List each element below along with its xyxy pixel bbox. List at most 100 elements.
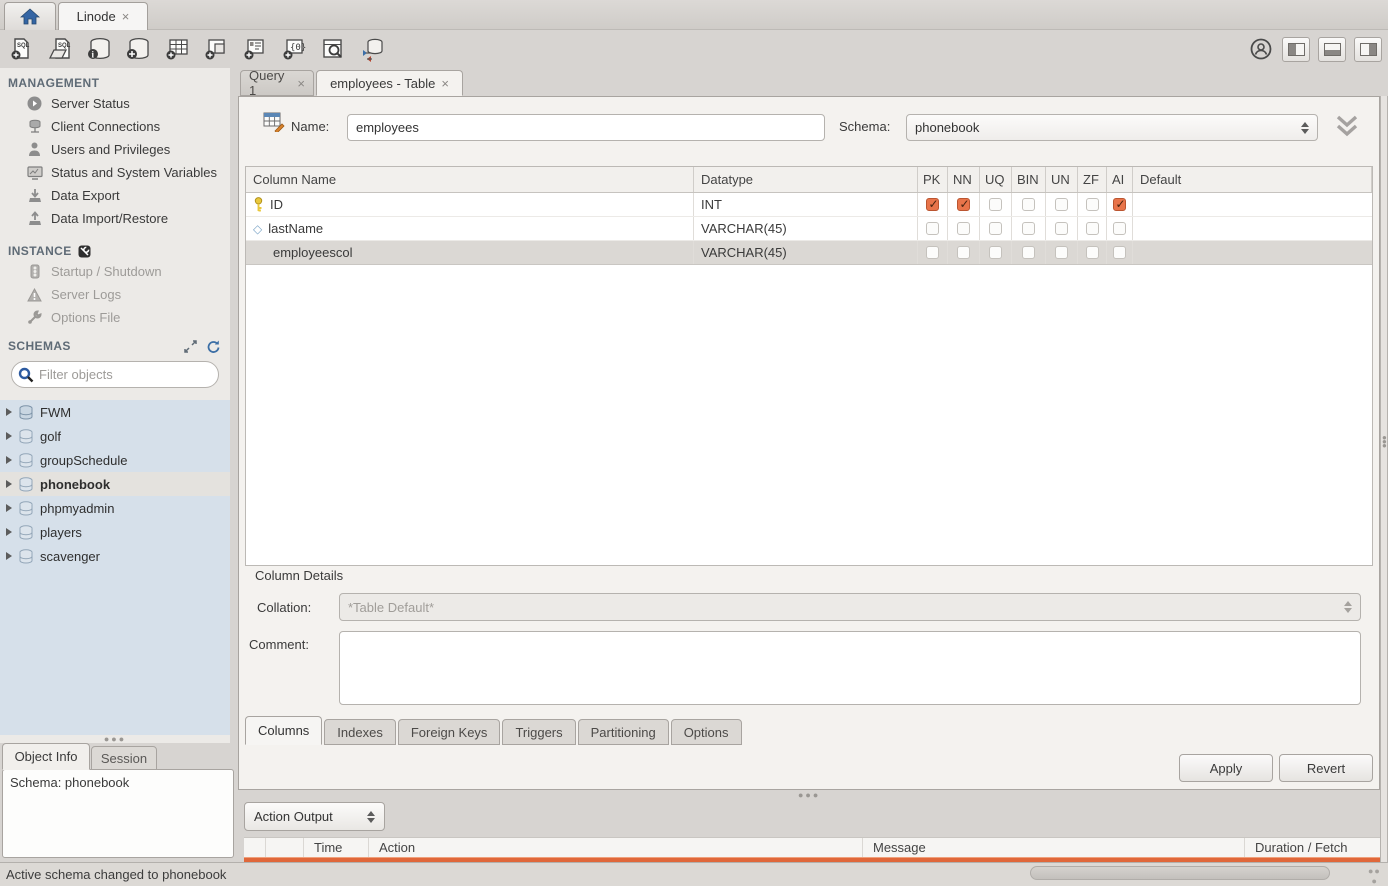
schema-item-groupschedule[interactable]: groupSchedule	[0, 448, 230, 472]
expand-header-chevrons-icon[interactable]	[1333, 113, 1361, 139]
sidebar-item-status-variables[interactable]: Status and System Variables	[0, 161, 230, 184]
tab-partitioning[interactable]: Partitioning	[578, 719, 669, 745]
checkbox-ai[interactable]	[1113, 246, 1126, 259]
connection-tab[interactable]: Linode ×	[58, 2, 148, 30]
schema-item-golf[interactable]: golf	[0, 424, 230, 448]
checkbox-un[interactable]	[1055, 246, 1068, 259]
inspect-database-icon[interactable]: i	[86, 36, 112, 62]
checkbox-uq[interactable]	[989, 222, 1002, 235]
tab-indexes[interactable]: Indexes	[324, 719, 396, 745]
expander-icon[interactable]	[6, 432, 12, 440]
new-sql-tab-icon[interactable]: SQL	[8, 36, 34, 62]
schema-item-fwm[interactable]: FWM	[0, 400, 230, 424]
checkbox-bin[interactable]	[1022, 246, 1035, 259]
output-header-action[interactable]: Action	[369, 838, 863, 857]
table-tab-close-icon[interactable]: ×	[441, 76, 449, 91]
create-table-icon[interactable]	[164, 36, 190, 62]
checkbox-pk[interactable]	[926, 246, 939, 259]
expander-icon[interactable]	[6, 552, 12, 560]
create-function-icon[interactable]: {0}	[281, 36, 307, 62]
sidebar-item-client-connections[interactable]: Client Connections	[0, 115, 230, 138]
sidebar-item-server-status[interactable]: Server Status	[0, 92, 230, 115]
checkbox-bin[interactable]	[1022, 222, 1035, 235]
query-tab-close-icon[interactable]: ×	[297, 76, 305, 91]
sidebar-item-data-export[interactable]: Data Export	[0, 184, 230, 207]
expander-icon[interactable]	[6, 504, 12, 512]
toggle-left-panel-button[interactable]	[1282, 37, 1310, 62]
checkbox-uq[interactable]	[989, 246, 1002, 259]
schema-combo[interactable]: phonebook	[906, 114, 1318, 141]
header-uq[interactable]: UQ	[980, 167, 1012, 192]
output-header-time[interactable]: Time	[304, 838, 369, 857]
apply-button[interactable]: Apply	[1179, 754, 1273, 782]
dba-assistant-icon[interactable]	[1248, 36, 1274, 62]
header-datatype[interactable]: Datatype	[694, 167, 918, 192]
tab-triggers[interactable]: Triggers	[502, 719, 575, 745]
checkbox-uq[interactable]	[989, 198, 1002, 211]
expand-schemas-icon[interactable]	[184, 340, 197, 353]
schema-item-phonebook[interactable]: phonebook	[0, 472, 230, 496]
tab-columns[interactable]: Columns	[245, 716, 322, 745]
checkbox-pk[interactable]	[926, 198, 939, 211]
expander-icon[interactable]	[6, 480, 12, 488]
toggle-right-panel-button[interactable]	[1354, 37, 1382, 62]
table-name-input[interactable]	[347, 114, 825, 141]
sidebar-item-options-file[interactable]: Options File	[0, 306, 230, 329]
output-splitter[interactable]: ●●●	[798, 790, 820, 800]
schema-item-scavenger[interactable]: scavenger	[0, 544, 230, 568]
tab-foreign-keys[interactable]: Foreign Keys	[398, 719, 501, 745]
filter-objects-input[interactable]	[34, 367, 218, 382]
window-resize-grip[interactable]: ●● ●	[1368, 866, 1381, 886]
checkbox-ai[interactable]	[1113, 198, 1126, 211]
header-bin[interactable]: BIN	[1012, 167, 1046, 192]
sidebar-item-server-logs[interactable]: Server Logs	[0, 283, 230, 306]
checkbox-zf[interactable]	[1086, 198, 1099, 211]
create-procedure-icon[interactable]	[242, 36, 268, 62]
revert-button[interactable]: Revert	[1279, 754, 1373, 782]
checkbox-pk[interactable]	[926, 222, 939, 235]
header-zf[interactable]: ZF	[1078, 167, 1107, 192]
header-nn[interactable]: NN	[948, 167, 980, 192]
expander-icon[interactable]	[6, 456, 12, 464]
checkbox-nn[interactable]	[957, 222, 970, 235]
checkbox-un[interactable]	[1055, 198, 1068, 211]
checkbox-ai[interactable]	[1113, 222, 1126, 235]
column-row-id[interactable]: ID INT	[246, 193, 1372, 217]
schema-item-phpmyadmin[interactable]: phpmyadmin	[0, 496, 230, 520]
sidebar-splitter[interactable]: ●●●	[0, 735, 230, 743]
reconnect-dbms-icon[interactable]	[359, 36, 385, 62]
horizontal-scrollbar[interactable]	[1030, 866, 1330, 880]
checkbox-zf[interactable]	[1086, 246, 1099, 259]
connection-tab-close-icon[interactable]: ×	[122, 9, 130, 24]
home-tab[interactable]	[4, 2, 56, 30]
create-schema-icon[interactable]	[125, 36, 151, 62]
checkbox-un[interactable]	[1055, 222, 1068, 235]
collation-combo[interactable]: *Table Default*	[339, 593, 1361, 621]
tab-employees-table[interactable]: employees - Table ×	[316, 70, 463, 96]
expander-icon[interactable]	[6, 408, 12, 416]
tab-query-1[interactable]: Query 1 ×	[240, 70, 314, 96]
header-pk[interactable]: PK	[918, 167, 948, 192]
checkbox-nn[interactable]	[957, 198, 970, 211]
sidebar-item-startup-shutdown[interactable]: Startup / Shutdown	[0, 260, 230, 283]
tab-object-info[interactable]: Object Info	[2, 743, 90, 770]
header-un[interactable]: UN	[1046, 167, 1078, 192]
toggle-bottom-panel-button[interactable]	[1318, 37, 1346, 62]
output-header-message[interactable]: Message	[863, 838, 1245, 857]
column-row-employeescol[interactable]: employeescol VARCHAR(45)	[246, 241, 1372, 265]
output-header-duration[interactable]: Duration / Fetch	[1245, 838, 1388, 857]
search-table-data-icon[interactable]	[320, 36, 346, 62]
column-row-lastname[interactable]: ◇ lastName VARCHAR(45)	[246, 217, 1372, 241]
checkbox-zf[interactable]	[1086, 222, 1099, 235]
sidebar-item-users-privileges[interactable]: Users and Privileges	[0, 138, 230, 161]
header-column-name[interactable]: Column Name	[246, 167, 694, 192]
checkbox-bin[interactable]	[1022, 198, 1035, 211]
header-ai[interactable]: AI	[1107, 167, 1133, 192]
expander-icon[interactable]	[6, 528, 12, 536]
sidebar-item-data-import[interactable]: Data Import/Restore	[0, 207, 230, 230]
schema-item-players[interactable]: players	[0, 520, 230, 544]
create-view-icon[interactable]	[203, 36, 229, 62]
tab-options[interactable]: Options	[671, 719, 742, 745]
open-sql-script-icon[interactable]: SQL	[47, 36, 73, 62]
refresh-schemas-icon[interactable]	[206, 340, 220, 353]
